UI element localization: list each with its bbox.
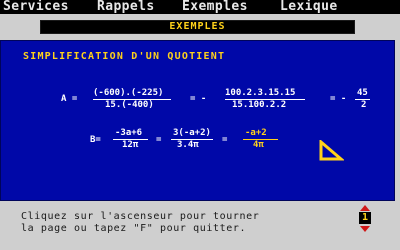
expr-b-equals-1: =	[156, 135, 162, 145]
set-square-icon	[319, 140, 344, 161]
expr-b-label: B=	[90, 135, 101, 145]
expr-b-frac2-denominator: 3.4π	[177, 140, 199, 150]
expr-b-frac2-numerator: 3(-a+2)	[173, 128, 211, 138]
instructions-line-1: Cliquez sur l'ascenseur pour tourner	[21, 211, 260, 222]
expr-a-frac2-numerator: 100.2.3.15.15	[225, 88, 296, 98]
menu-item-rappels[interactable]: Rappels	[97, 0, 155, 14]
expr-a-frac3-numerator: 45	[357, 88, 368, 98]
screen: Services Rappels Exemples Lexique EXEMPL…	[0, 0, 400, 250]
expr-b-equals-2: =	[222, 135, 228, 145]
instructions-line-2: la page ou tapez "F" pour quitter.	[21, 223, 247, 234]
page-indicator: 1	[359, 212, 371, 224]
scroll-up-arrow-icon[interactable]	[359, 204, 371, 212]
section-title-bar: EXEMPLES	[40, 20, 355, 34]
expr-a-label: A =	[61, 94, 78, 104]
expr-a-equals-2: = -	[330, 94, 347, 104]
expr-b-frac1-denominator: 12π	[122, 140, 139, 150]
expr-a-frac2-denominator: 15.100.2.2	[232, 100, 287, 110]
menu-item-exemples[interactable]: Exemples	[182, 0, 248, 14]
menu-item-lexique[interactable]: Lexique	[280, 0, 338, 14]
expr-b-frac3-denominator: 4π	[253, 140, 264, 150]
expr-b-frac3-numerator: -a+2	[245, 128, 267, 138]
expr-a-equals-1: = -	[190, 94, 207, 104]
section-title: EXEMPLES	[169, 21, 226, 32]
expr-a-frac1-numerator: (-600).(-225)	[93, 88, 164, 98]
menu-item-services[interactable]: Services	[3, 0, 69, 14]
expr-a-frac3-denominator: 2	[361, 100, 367, 110]
content-panel: SIMPLIFICATION D'UN QUOTIENT A = (-600).…	[0, 40, 395, 201]
panel-title: SIMPLIFICATION D'UN QUOTIENT	[23, 51, 226, 62]
expr-b-frac1-numerator: -3a+6	[115, 128, 143, 138]
expr-a-frac1-denominator: 15.(-400)	[105, 100, 154, 110]
menu-bar: Services Rappels Exemples Lexique	[0, 0, 400, 14]
page-number: 1	[361, 212, 369, 223]
scroll-down-arrow-icon[interactable]	[359, 225, 371, 233]
